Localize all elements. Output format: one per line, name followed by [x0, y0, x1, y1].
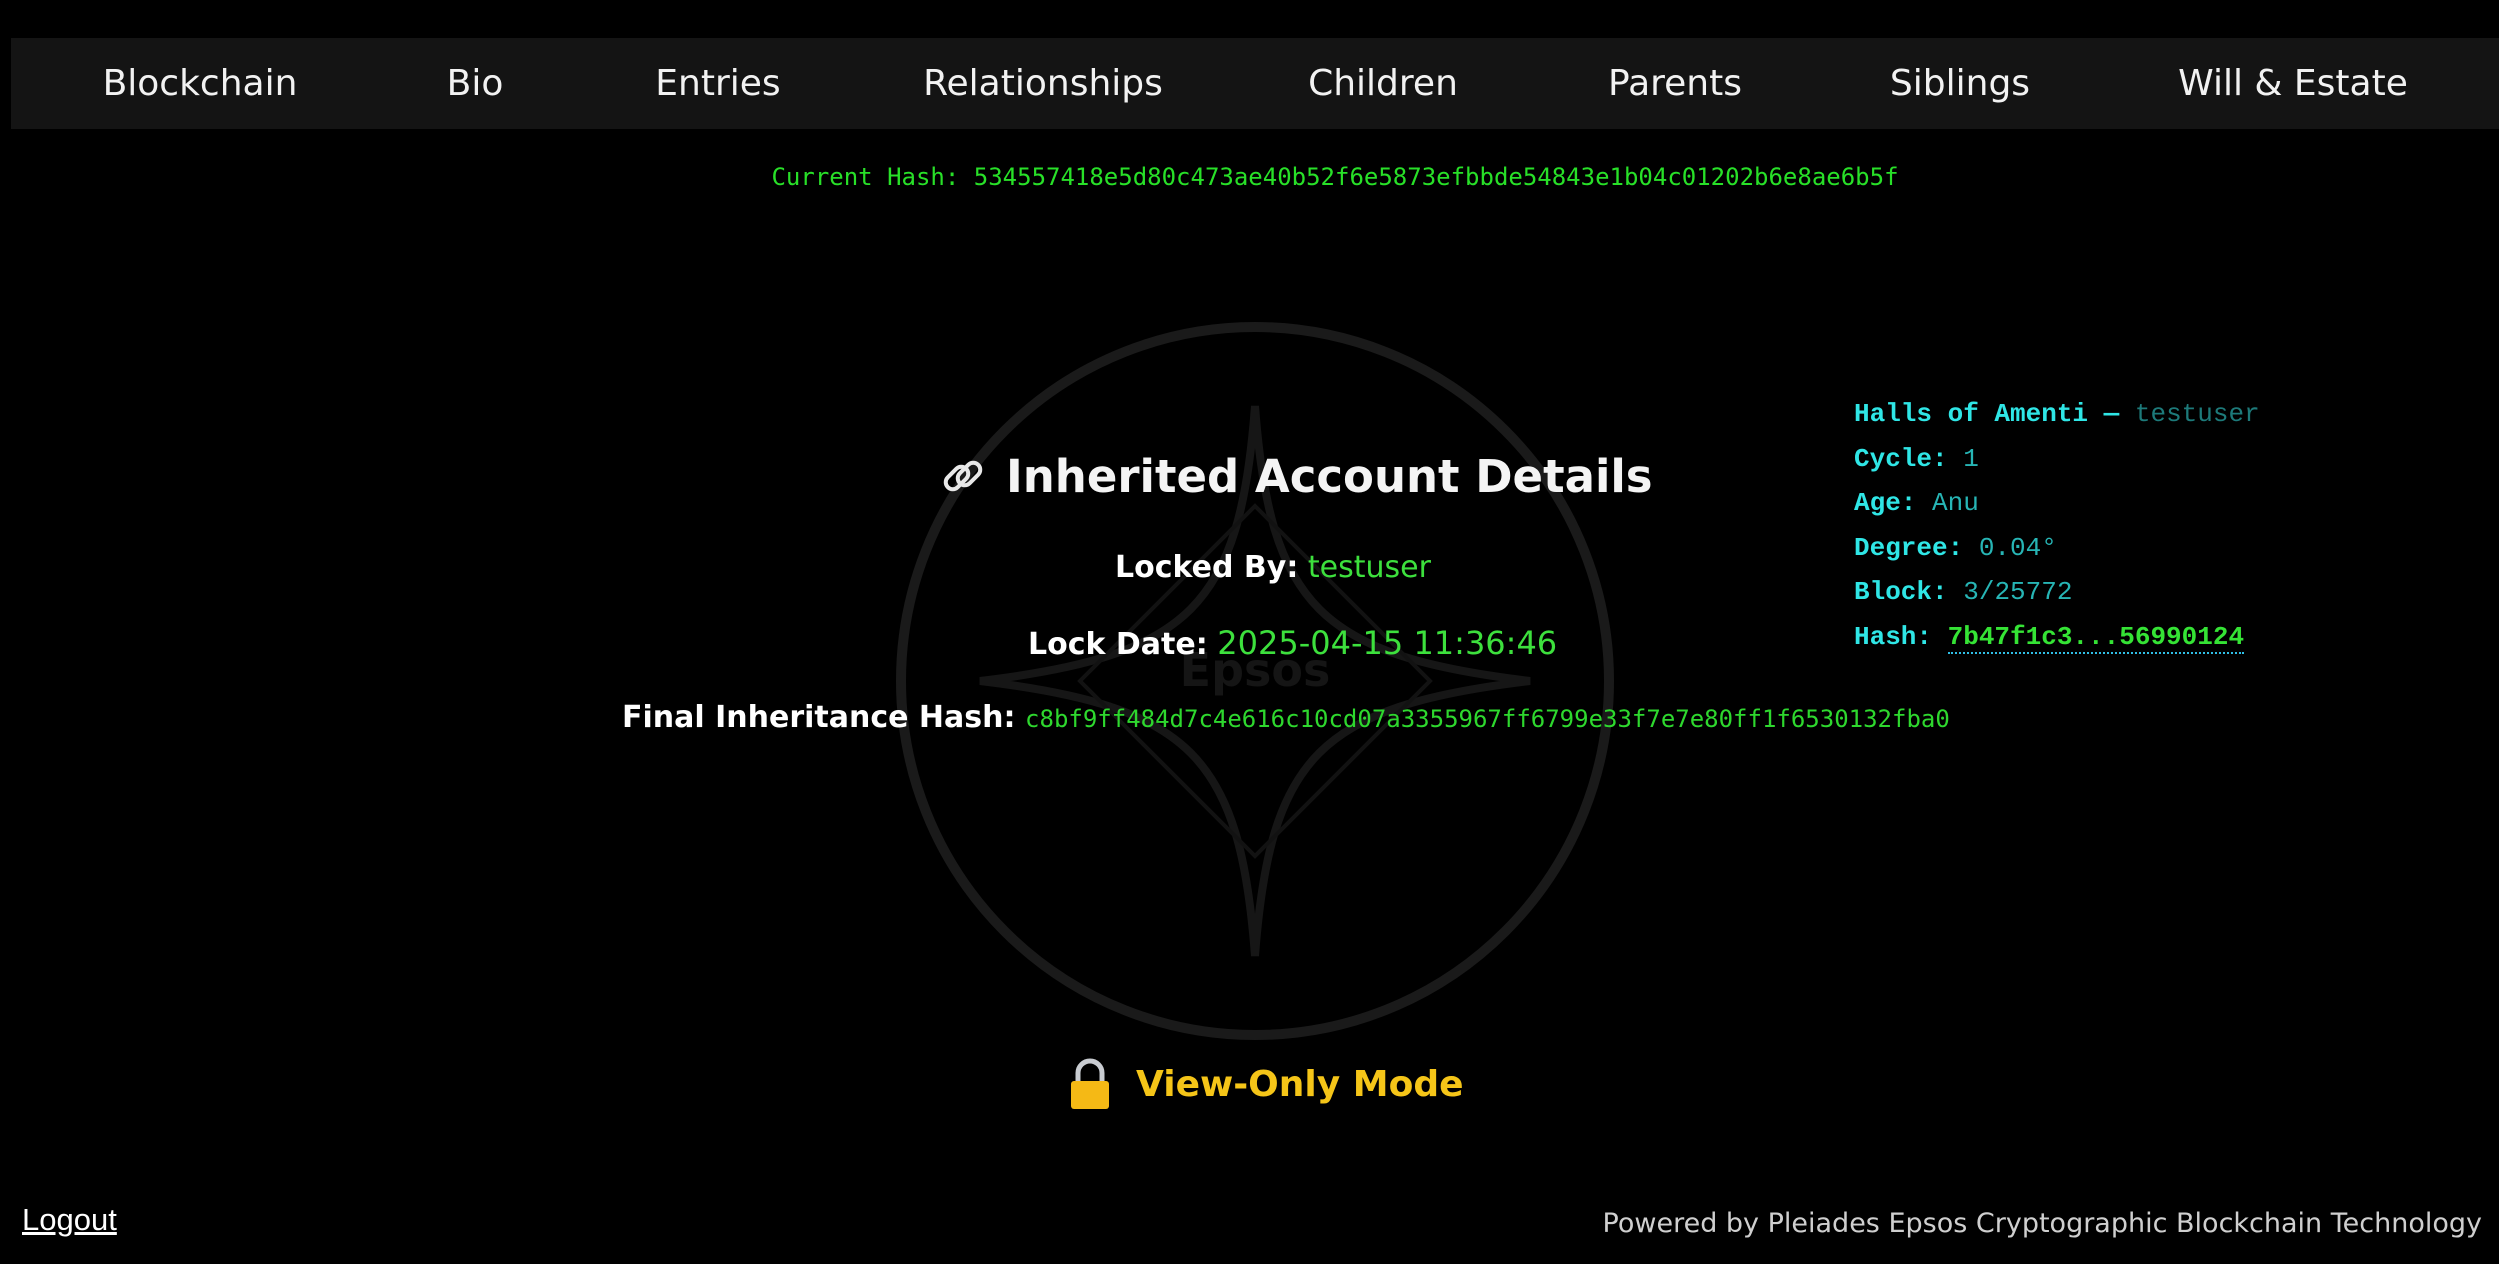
amenti-cycle-label: Cycle: — [1854, 443, 1948, 474]
current-hash: Current Hash: 534557418e5d80c473ae40b52f… — [0, 163, 2499, 191]
amenti-hash-row: Hash: 7b47f1c3...56990124 — [1854, 615, 2260, 660]
amenti-degree-value: 0.04° — [1978, 532, 2057, 563]
final-hash-row: Final Inheritance Hash: c8bf9ff484d7c4e6… — [622, 700, 1950, 735]
link-icon — [943, 460, 983, 492]
locked-by-label: Locked By: — [1115, 550, 1299, 585]
details-title: Inherited Account Details — [1006, 449, 1653, 503]
amenti-degree-row: Degree: 0.04° — [1854, 526, 2260, 571]
amenti-age-row: Age: Anu — [1854, 481, 2260, 526]
current-hash-label: Current Hash: — [771, 163, 960, 191]
amenti-hash-link[interactable]: 7b47f1c3...56990124 — [1947, 621, 2245, 654]
amenti-degree-label: Degree: — [1854, 532, 1964, 563]
details-header: Inherited Account Details — [938, 444, 1653, 508]
amenti-cycle-value: 1 — [1963, 443, 1979, 474]
amenti-block-value: 3/25772 — [1963, 577, 2073, 607]
top-nav: Blockchain Bio Entries Relationships Chi… — [11, 38, 2499, 129]
nav-item-parents[interactable]: Parents — [1608, 38, 1742, 129]
nav-item-bio[interactable]: Bio — [447, 38, 504, 129]
nav-item-children[interactable]: Children — [1308, 38, 1458, 129]
lock-date-row: Lock Date: 2025-04-15 11:36:46 — [1028, 624, 1557, 662]
final-hash-value: c8bf9ff484d7c4e616c10cd07a3355967ff6799e… — [1025, 705, 1950, 733]
view-only-label: View-Only Mode — [1136, 1063, 1464, 1105]
page: Blockchain Bio Entries Relationships Chi… — [0, 0, 2499, 1264]
amenti-block-label: Block: — [1854, 577, 1948, 607]
locked-by-value: testuser — [1307, 550, 1431, 585]
amenti-panel: Halls of Amenti — testuser Cycle: 1 Age:… — [1854, 392, 2260, 659]
current-hash-value: 534557418e5d80c473ae40b52f6e5873efbbde54… — [973, 163, 1899, 191]
amenti-cycle-row: Cycle: 1 — [1854, 437, 2260, 482]
amenti-block-row: Block: 3/25772 — [1854, 570, 2260, 615]
lock-date-value: 2025-04-15 11:36:46 — [1217, 624, 1558, 662]
nav-item-will-estate[interactable]: Will & Estate — [2178, 38, 2408, 129]
epsos-watermark-logo: Epsos — [896, 322, 1614, 1040]
nav-item-blockchain[interactable]: Blockchain — [103, 38, 298, 129]
amenti-title-row: Halls of Amenti — testuser — [1854, 392, 2260, 437]
amenti-age-label: Age: — [1854, 488, 1917, 518]
nav-item-entries[interactable]: Entries — [655, 38, 780, 129]
nav-item-relationships[interactable]: Relationships — [923, 38, 1163, 129]
amenti-hash-label: Hash: — [1854, 621, 1933, 652]
locked-by-row: Locked By: testuser — [1115, 550, 1431, 585]
view-only-banner: View-Only Mode — [1068, 1054, 1464, 1114]
final-hash-label: Final Inheritance Hash: — [622, 700, 1016, 735]
lock-icon — [1071, 1058, 1109, 1109]
lock-date-label: Lock Date: — [1028, 627, 1208, 662]
amenti-title: Halls of Amenti — — [1854, 399, 2120, 429]
logout-link[interactable]: Logout — [22, 1202, 117, 1238]
nav-item-siblings[interactable]: Siblings — [1890, 38, 2030, 129]
amenti-age-value: Anu — [1932, 488, 1979, 518]
amenti-user: testuser — [2134, 399, 2260, 429]
footer-credit: Powered by Pleiades Epsos Cryptographic … — [1602, 1208, 2482, 1239]
